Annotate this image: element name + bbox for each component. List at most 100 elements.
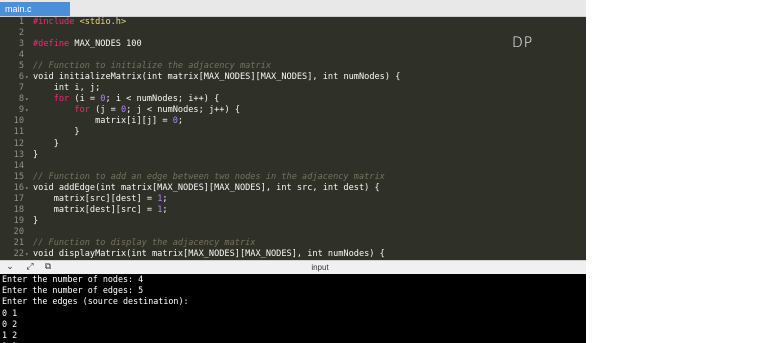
code-line: 4	[0, 50, 586, 61]
online-compiler: main.c 1 #include <stdio.h> 2 3 #define MAX_…	[0, 0, 586, 343]
line-number: 20	[13, 226, 24, 237]
console-line: Enter the number of nodes: 4	[2, 274, 144, 284]
line-number: 22	[13, 248, 24, 259]
code-text: void displayMatrix(int matrix[MAX_NODES]…	[33, 249, 385, 260]
code-token: }	[33, 138, 59, 149]
code-token: (j =	[89, 105, 121, 116]
console-line: Enter the edges (source destination):	[2, 296, 189, 307]
code-text: }	[33, 216, 38, 227]
io-toolbar: ⌄ ⤢ ⧉ input	[0, 260, 586, 274]
code-line: 10 matrix[i][j] = 0;	[0, 116, 586, 127]
code-text: }	[33, 139, 59, 150]
code-text: void addEdge(int matrix[MAX_NODES][MAX_N…	[33, 183, 380, 194]
code-text: int i, j;	[33, 83, 101, 94]
line-number: 13	[13, 149, 24, 160]
code-token: // Function to display the adjacency mat…	[33, 237, 256, 248]
line-number: 4	[18, 50, 24, 61]
tab-main-c[interactable]: main.c	[0, 2, 70, 16]
code-text: // Function to initialize the adjacency …	[33, 61, 271, 72]
chevron-down-icon[interactable]: ⌄	[4, 262, 16, 273]
code-line: 16 ▾ void addEdge(int matrix[MAX_NODES][MA…	[0, 183, 586, 194]
fold-arrow-icon[interactable]: ▾	[25, 105, 29, 116]
code-line: 22 ▾ void displayMatrix(int matrix[MAX_NOD…	[0, 249, 586, 260]
line-number: 10	[13, 116, 24, 127]
tab-bar: main.c	[0, 0, 586, 17]
console-output[interactable]: Enter the number of nodes: 4 Enter the nu…	[0, 274, 586, 343]
code-token: ; j < numNodes; j++) {	[126, 105, 240, 116]
code-token: ;	[162, 193, 168, 204]
expand-icon[interactable]: ⤢	[24, 262, 36, 273]
line-number: 12	[13, 138, 24, 149]
code-token: void	[33, 72, 59, 83]
line-number: 7	[18, 83, 24, 94]
code-line: 5 // Function to initialize the adjacency…	[0, 61, 586, 72]
code-line: 2	[0, 28, 586, 39]
code-line: 12 }	[0, 139, 586, 150]
code-token: // Function to initialize the adjacency …	[33, 61, 271, 72]
line-number: 16	[13, 182, 24, 193]
code-text: matrix[i][j] = 0;	[33, 116, 183, 127]
console-line: 0 1	[2, 307, 18, 318]
code-text: matrix[dest][src] = 1;	[33, 205, 168, 216]
code-token: matrix[i][j] =	[33, 116, 173, 127]
code-editor[interactable]: 1 #include <stdio.h> 2 3 #define MAX_NODES 1…	[0, 17, 586, 260]
line-number: 1	[18, 17, 24, 27]
code-text: #include <stdio.h>	[33, 17, 126, 28]
code-token: ; i < numNodes; i++) {	[105, 94, 220, 105]
line-number: 14	[13, 160, 24, 171]
fold-arrow-icon[interactable]: ▾	[25, 249, 29, 260]
code-line: 11 }	[0, 127, 586, 138]
code-token: (int matrix[MAX_NODES][MAX_NODES], int n…	[141, 72, 401, 83]
code-line: 17 matrix[src][dest] = 1;	[0, 194, 586, 205]
code-token: for	[53, 94, 70, 105]
fold-arrow-icon[interactable]: ▾	[25, 72, 29, 83]
code-text: for (i = 0; i < numNodes; i++) {	[33, 94, 220, 105]
line-number: 11	[13, 127, 24, 138]
console-line: Enter the number of edges: 5	[2, 285, 144, 296]
code-token: void displayMatrix(int matrix[MAX_NODES]…	[33, 248, 385, 259]
line-number: 5	[18, 61, 24, 72]
code-text: }	[33, 150, 38, 161]
code-line: 18 matrix[dest][src] = 1;	[0, 205, 586, 216]
code-token: initializeMatrix	[58, 72, 142, 83]
line-number: 3	[18, 39, 24, 50]
line-number: 17	[13, 193, 24, 204]
console-line: 0 2	[2, 318, 18, 329]
code-text: for (j = 0; j < numNodes; j++) {	[33, 105, 240, 116]
code-line: 15 // Function to add an edge between two…	[0, 172, 586, 183]
code-line: 3 #define MAX_NODES 100	[0, 39, 586, 50]
code-token: #define	[33, 39, 70, 50]
code-area[interactable]: 1 #include <stdio.h> 2 3 #define MAX_NODES 1…	[0, 17, 586, 260]
code-token: ;	[177, 116, 184, 127]
code-text: }	[33, 127, 80, 138]
fold-arrow-icon[interactable]: ▾	[25, 94, 29, 105]
code-token: void addEdge(int matrix[MAX_NODES][MAX_N…	[33, 182, 380, 193]
code-line: 8 ▾ for (i = 0; i < numNodes; i++) {	[0, 94, 586, 105]
code-line: 21 // Function to display the adjacency m…	[0, 238, 586, 249]
code-text: // Function to display the adjacency mat…	[33, 238, 255, 249]
copy-icon[interactable]: ⧉	[42, 262, 54, 273]
code-token: }	[33, 149, 39, 160]
code-token: matrix[src][dest] =	[33, 193, 158, 204]
line-number: 9	[18, 105, 24, 116]
console-line: 1 2	[2, 329, 18, 340]
code-token: int i, j;	[33, 83, 101, 94]
code-token: (i =	[69, 94, 101, 105]
code-line: 1 #include <stdio.h>	[0, 17, 586, 28]
code-token: <stdio.h>	[74, 17, 127, 27]
code-line: 6 ▾ void initializeMatrix(int matrix[MAX_N…	[0, 72, 586, 83]
line-number: 18	[13, 204, 24, 215]
code-text: // Function to add an edge between two n…	[33, 172, 385, 183]
line-number: 15	[13, 171, 24, 182]
code-token: }	[33, 215, 39, 226]
line-number: 6	[18, 72, 24, 83]
code-line: 20	[0, 227, 586, 238]
code-line: 9 ▾ for (j = 0; j < numNodes; j++) {	[0, 105, 586, 116]
code-text: void initializeMatrix(int matrix[MAX_NOD…	[33, 72, 400, 83]
fold-arrow-icon[interactable]: ▾	[25, 183, 29, 194]
code-token: // Function to add an edge between two n…	[33, 171, 385, 182]
code-token: ;	[162, 204, 168, 215]
code-token: }	[33, 127, 80, 138]
